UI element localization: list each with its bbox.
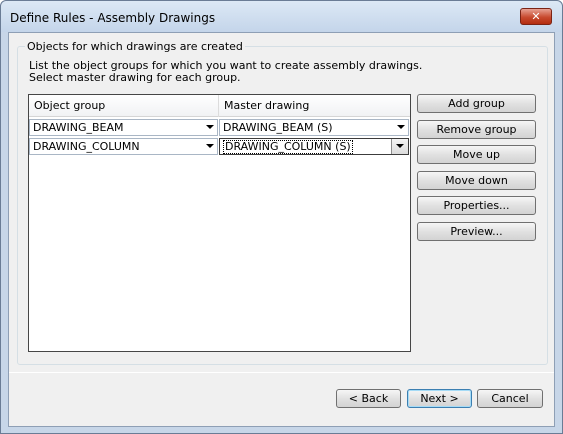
table-row[interactable]: DRAWING_BEAM DRAWING_BEAM (S) [29,118,410,137]
master-drawing-value: DRAWING_BEAM (S) [223,121,333,134]
master-drawing-value: DRAWING_COLUMN (S) [223,140,353,154]
instruction-line-2: Select master drawing for each group. [29,71,241,84]
chevron-down-icon[interactable] [206,144,214,148]
next-button[interactable]: Next > [407,389,472,408]
preview-button[interactable]: Preview... [417,222,536,241]
close-button[interactable]: ✕ [520,8,552,25]
back-button[interactable]: < Back [336,389,401,408]
object-group-combobox[interactable]: DRAWING_COLUMN [29,138,218,155]
object-group-value: DRAWING_BEAM [33,121,124,134]
master-drawing-combobox-focused[interactable]: DRAWING_COLUMN (S) [219,138,409,155]
properties-button[interactable]: Properties... [417,196,536,215]
groupbox-legend: Objects for which drawings are created [25,40,245,53]
object-group-grid[interactable]: Object group Master drawing DRAWING_BEAM… [28,94,411,352]
cancel-button[interactable]: Cancel [477,389,543,408]
remove-group-button[interactable]: Remove group [417,120,536,139]
add-group-button[interactable]: Add group [417,94,536,113]
column-header-object-group[interactable]: Object group [29,95,218,117]
title-bar[interactable]: Define Rules - Assembly Drawings ✕ [1,1,562,32]
column-header-master-drawing[interactable]: Master drawing [219,95,409,117]
object-group-combobox[interactable]: DRAWING_BEAM [29,119,218,136]
grid-header: Object group Master drawing [29,95,410,117]
dialog-client-area: Objects for which drawings are created L… [8,32,555,427]
chevron-down-icon [396,144,404,148]
object-group-value: DRAWING_COLUMN [33,140,140,153]
dialog-window: Define Rules - Assembly Drawings ✕ Objec… [0,0,563,434]
instructions-text: List the object groups for which you wan… [29,60,422,84]
close-icon: ✕ [531,10,541,23]
table-row[interactable]: DRAWING_COLUMN DRAWING_COLUMN (S) [29,137,410,156]
window-title: Define Rules - Assembly Drawings [10,11,216,25]
move-up-button[interactable]: Move up [417,145,536,164]
move-down-button[interactable]: Move down [417,171,536,190]
footer-divider [9,372,554,373]
dropdown-button[interactable] [391,139,408,154]
chevron-down-icon[interactable] [397,125,405,129]
master-drawing-combobox[interactable]: DRAWING_BEAM (S) [219,119,409,136]
chevron-down-icon[interactable] [206,125,214,129]
